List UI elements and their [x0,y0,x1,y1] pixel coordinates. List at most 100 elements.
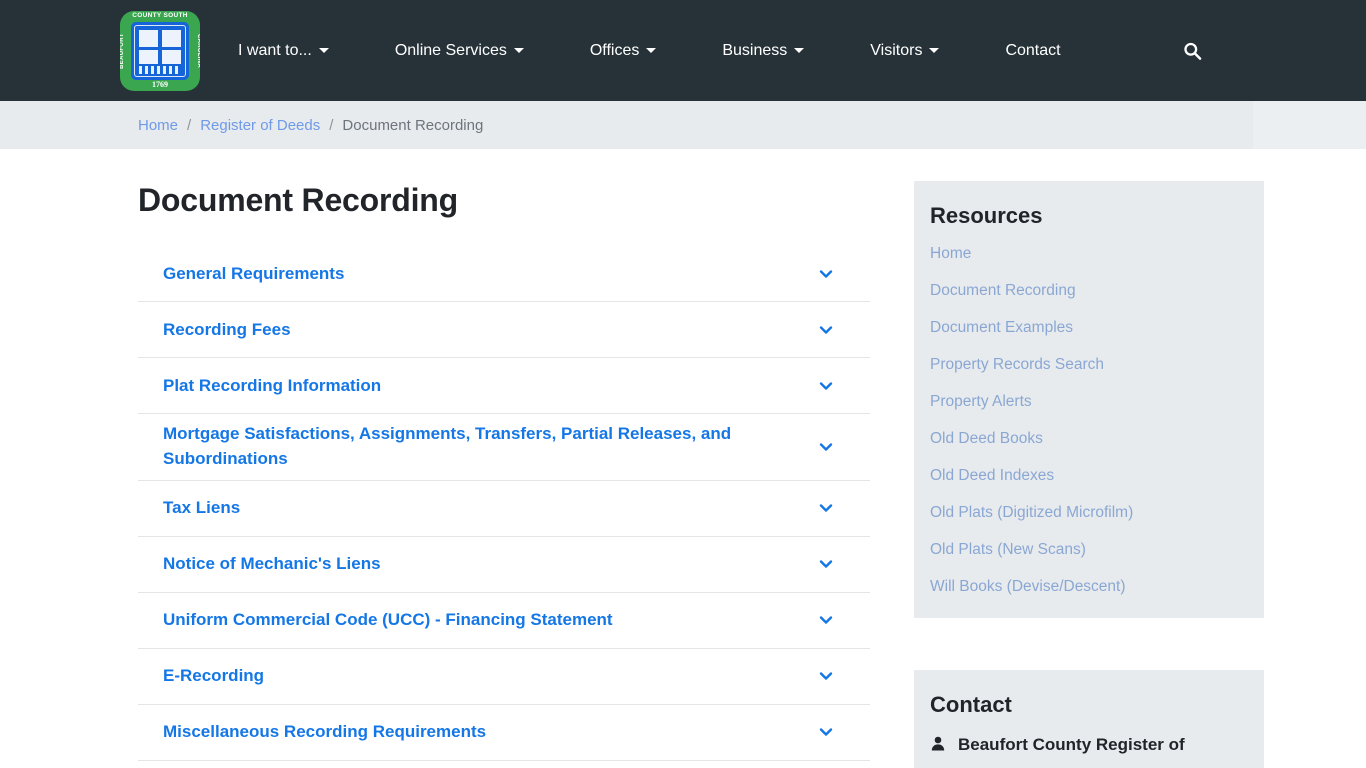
chevron-down-icon[interactable] [817,667,835,685]
breadcrumb-item-current: Document Recording [342,116,484,134]
seal-waves [139,65,181,74]
seal-year: 1769 [152,79,168,89]
resources-link-list: Home Document Recording Document Example… [930,245,1248,596]
chevron-down-icon [794,48,805,53]
chevron-down-icon[interactable] [817,321,835,339]
accordion-item-label: Uniform Commercial Code (UCC) - Financin… [163,609,613,629]
site-header: COUNTY SOUTH BEAUFORT CAROLINA 1769 I wa… [0,0,1366,101]
nav-item-contact[interactable]: Contact [1005,35,1060,67]
list-item: Old Plats (Digitized Microfilm) [930,504,1248,522]
nav-item-i-want-to[interactable]: I want to... [238,35,329,67]
search-button[interactable] [1179,37,1206,64]
person-icon [930,734,946,751]
list-item: Old Plats (New Scans) [930,541,1248,559]
chevron-down-icon[interactable] [817,555,835,573]
chevron-down-icon[interactable] [817,723,835,741]
accordion-item-label: Tax Liens [163,497,241,517]
nav-item-label: Contact [1005,41,1061,59]
contact-title: Contact [930,692,1012,717]
sidebar-link-property-alerts[interactable]: Property Alerts [930,393,1032,410]
sidebar-link-old-deed-books[interactable]: Old Deed Books [930,430,1043,447]
seal-top-text: COUNTY SOUTH [132,11,188,19]
chevron-down-icon [513,48,524,53]
sidebar-link-document-examples[interactable]: Document Examples [930,319,1073,336]
document-recording-accordion: General Requirements Recording Fees Plat… [138,246,870,761]
nav-item-label: I want to... [238,41,312,59]
chevron-down-icon[interactable] [817,377,835,395]
breadcrumb-separator: / [329,116,334,134]
seal-quadrant-building [162,49,181,64]
seal-quadrant-bird [139,49,158,64]
breadcrumb: Home / Register of Deeds / Document Reco… [120,101,1246,149]
sidebar-link-document-recording[interactable]: Document Recording [930,282,1076,299]
sidebar: Resources Home Document Recording Docume… [914,149,1264,768]
resources-card: Resources Home Document Recording Docume… [914,181,1264,618]
accordion-item-ucc-financing-statement[interactable]: Uniform Commercial Code (UCC) - Financin… [138,592,870,649]
breadcrumb-item-register-of-deeds[interactable]: Register of Deeds [200,117,320,134]
nav-item-label: Business [722,41,788,59]
page-content: Document Recording General Requirements … [120,149,1264,768]
accordion-item-label: Recording Fees [163,319,291,339]
list-item: Home [930,245,1248,263]
accordion-item-mortgage-satisfactions[interactable]: Mortgage Satisfactions, Assignments, Tra… [138,414,870,481]
accordion-item-tax-liens[interactable]: Tax Liens [138,480,870,537]
accordion-item-label: Mortgage Satisfactions, Assignments, Tra… [163,424,732,469]
chevron-down-icon [929,48,940,53]
accordion-item-label: E-Recording [163,665,265,685]
nav-item-visitors[interactable]: Visitors [870,35,940,67]
main-column: Document Recording General Requirements … [138,149,878,761]
list-item: Property Alerts [930,393,1248,411]
resources-title: Resources [930,203,1043,228]
seal-left-text: BEAUFORT [120,32,125,69]
accordion-item-recording-fees[interactable]: Recording Fees [138,302,870,359]
sidebar-link-home[interactable]: Home [930,245,971,262]
breadcrumb-band: Home / Register of Deeds / Document Reco… [0,101,1366,149]
nav-item-online-services[interactable]: Online Services [395,35,524,67]
page-title: Document Recording [138,182,458,218]
list-item: Old Deed Indexes [930,467,1248,485]
accordion-item-miscellaneous-recording-requirements[interactable]: Miscellaneous Recording Requirements [138,704,870,761]
chevron-down-icon[interactable] [817,611,835,629]
main-navigation: I want to... Online Services Offices Bus… [238,0,1061,101]
list-item: Will Books (Devise/Descent) [930,578,1248,596]
chevron-down-icon[interactable] [817,265,835,283]
breadcrumb-separator: / [187,116,192,134]
chevron-down-icon[interactable] [817,499,835,517]
accordion-item-label: Notice of Mechanic's Liens [163,553,381,573]
chevron-down-icon[interactable] [817,438,835,456]
accordion-item-label: Plat Recording Information [163,375,382,395]
breadcrumb-item-home[interactable]: Home [138,117,178,134]
sidebar-link-property-records-search[interactable]: Property Records Search [930,356,1104,373]
accordion-item-label: Miscellaneous Recording Requirements [163,721,487,741]
contact-card: Contact Beaufort County Register of [914,670,1264,768]
seal-quadrant-boat [162,29,181,47]
list-item: Old Deed Books [930,430,1248,448]
sidebar-link-old-deed-indexes[interactable]: Old Deed Indexes [930,467,1054,484]
seal-shield [131,21,189,80]
chevron-down-icon [318,48,329,53]
accordion-item-e-recording[interactable]: E-Recording [138,648,870,705]
nav-item-label: Online Services [394,41,507,59]
nav-item-label: Visitors [870,41,923,59]
accordion-item-general-requirements[interactable]: General Requirements [138,246,870,303]
accordion-item-notice-of-mechanics-liens[interactable]: Notice of Mechanic's Liens [138,536,870,593]
search-icon [1184,42,1202,60]
list-item: Document Recording [930,282,1248,300]
accordion-item-label: General Requirements [163,263,345,283]
seal-right-text: CAROLINA [195,33,200,68]
sidebar-link-will-books[interactable]: Will Books (Devise/Descent) [930,578,1126,595]
nav-container: COUNTY SOUTH BEAUFORT CAROLINA 1769 I wa… [120,0,1246,101]
site-logo-link[interactable]: COUNTY SOUTH BEAUFORT CAROLINA 1769 [120,10,200,91]
nav-item-label: Offices [589,41,640,59]
list-item: Document Examples [930,319,1248,337]
chevron-down-icon [646,48,657,53]
contact-entry-office-name: Beaufort County Register of [930,734,1248,757]
sidebar-link-old-plats-digitized-microfilm[interactable]: Old Plats (Digitized Microfilm) [930,504,1133,521]
contact-entry-text: Beaufort County Register of [958,735,1185,754]
nav-item-business[interactable]: Business [722,35,805,67]
accordion-item-plat-recording-information[interactable]: Plat Recording Information [138,358,870,415]
seal-quadrant-tree [139,29,158,47]
nav-item-offices[interactable]: Offices [590,35,657,67]
beaufort-county-seal-icon: COUNTY SOUTH BEAUFORT CAROLINA 1769 [120,10,200,91]
sidebar-link-old-plats-new-scans[interactable]: Old Plats (New Scans) [930,541,1086,558]
